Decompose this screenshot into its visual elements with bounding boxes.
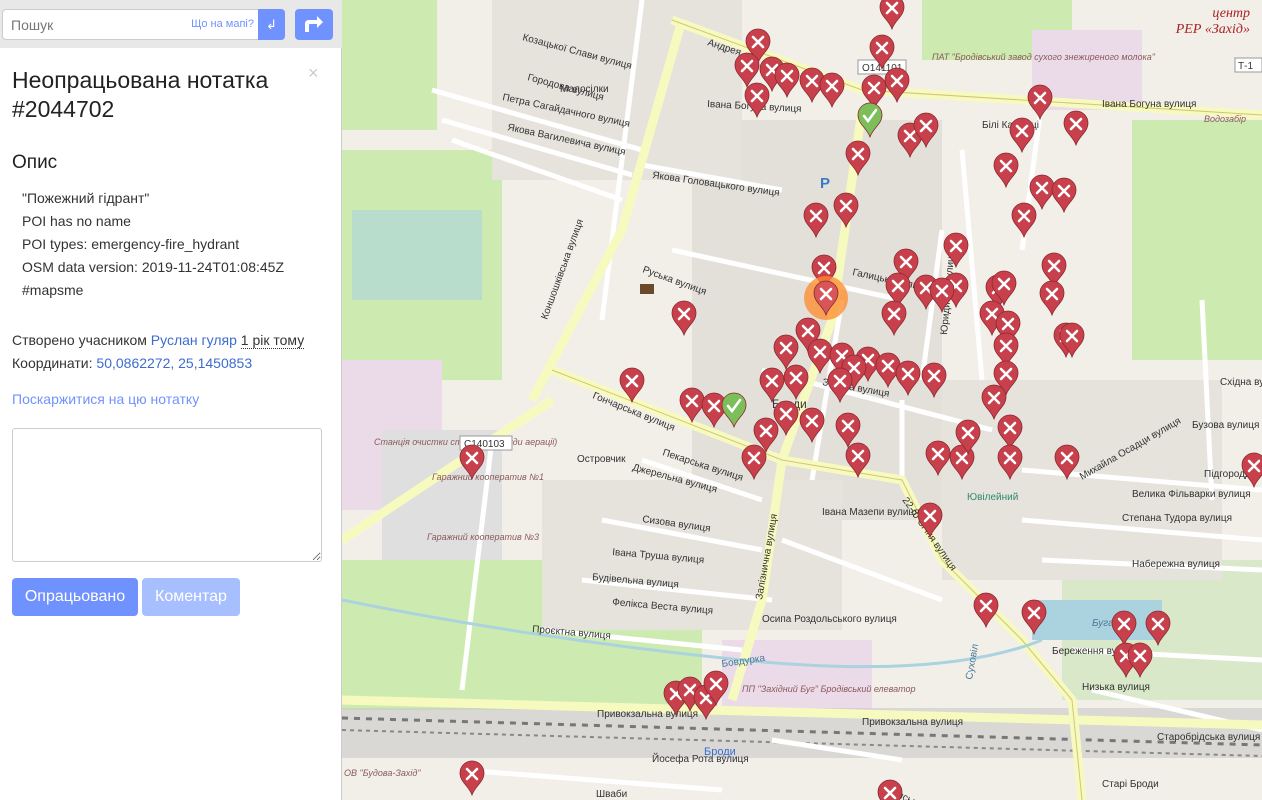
note-marker-open[interactable] <box>881 300 907 337</box>
note-marker-open[interactable] <box>799 407 825 444</box>
comment-button[interactable]: Коментар <box>142 578 240 616</box>
note-marker-open[interactable] <box>759 367 785 404</box>
note-marker-open[interactable] <box>925 440 951 477</box>
directions-button[interactable] <box>295 9 333 40</box>
note-marker-open[interactable] <box>819 72 845 109</box>
note-markers-layer <box>342 0 1262 800</box>
note-marker-open[interactable] <box>884 67 910 104</box>
note-marker-open[interactable] <box>1059 322 1085 359</box>
note-marker-open[interactable] <box>703 670 729 707</box>
note-marker-open[interactable] <box>917 502 943 539</box>
note-marker-open[interactable] <box>845 140 871 177</box>
where-is-this-link[interactable]: Що на мапі? <box>191 18 254 30</box>
note-marker-closed[interactable] <box>721 392 747 429</box>
sidebar: Що на мапі? ↲ Неопрацьована нотатка #204… <box>0 0 342 800</box>
coordinates-link[interactable]: 50,0862272, 25,1450853 <box>96 355 252 371</box>
note-marker-open[interactable] <box>774 62 800 99</box>
note-marker-open[interactable] <box>845 442 871 479</box>
note-marker-open[interactable] <box>993 152 1019 189</box>
note-marker-open[interactable] <box>1027 84 1053 121</box>
description-line: "Пожежний гідрант" <box>22 190 150 206</box>
note-marker-open[interactable] <box>943 232 969 269</box>
note-marker-open[interactable] <box>955 419 981 456</box>
note-marker-open[interactable] <box>973 592 999 629</box>
description-line: POI has no name <box>22 213 131 229</box>
note-marker-open[interactable] <box>619 367 645 404</box>
note-marker-open[interactable] <box>803 202 829 239</box>
note-marker-open[interactable] <box>879 0 905 31</box>
note-marker-open[interactable] <box>921 362 947 399</box>
author-link[interactable]: Руслан гуляр <box>151 332 237 348</box>
note-marker-open[interactable] <box>459 760 485 797</box>
note-marker-open[interactable] <box>1063 110 1089 147</box>
note-marker-open[interactable] <box>744 82 770 119</box>
brand-line: центр <box>1212 6 1250 21</box>
note-marker-open[interactable] <box>1145 610 1171 647</box>
report-note-link[interactable]: Поскаржитися на цю нотатку <box>12 391 199 407</box>
coordinates-label: Координати: <box>12 355 93 371</box>
note-marker-open[interactable] <box>1111 610 1137 647</box>
description-text: "Пожежний гідрант" POI has no name POI t… <box>22 187 284 302</box>
note-marker-open[interactable] <box>1009 117 1035 154</box>
resolve-button[interactable]: Опрацьовано <box>12 578 138 616</box>
note-marker-open[interactable] <box>1054 444 1080 481</box>
route-arrow-icon <box>305 16 323 32</box>
note-meta: Створено учасником Руслан гуляр 1 рік то… <box>12 329 305 375</box>
page-title: Неопрацьована нотатка #2044702 <box>12 67 269 122</box>
note-marker-open[interactable] <box>783 364 809 401</box>
note-marker-open[interactable] <box>813 280 839 317</box>
note-marker-open[interactable] <box>1021 599 1047 636</box>
description-heading: Опис <box>12 152 58 173</box>
note-marker-open[interactable] <box>997 444 1023 481</box>
note-marker-open[interactable] <box>913 112 939 149</box>
comment-textarea[interactable] <box>12 428 322 562</box>
search-bar: Що на мапі? ↲ <box>0 0 342 48</box>
note-marker-open[interactable] <box>833 192 859 229</box>
note-marker-open[interactable] <box>459 444 485 481</box>
brand-line: РЕР «Захід» <box>1175 22 1250 37</box>
close-icon[interactable]: × <box>308 63 319 84</box>
note-marker-open[interactable] <box>1241 452 1262 489</box>
description-line: OSM data version: 2019-11-24T01:08:45Z <box>22 259 285 275</box>
note-marker-open[interactable] <box>929 277 955 314</box>
created-by-label: Створено учасником <box>12 332 147 348</box>
note-marker-open[interactable] <box>741 444 767 481</box>
note-marker-open[interactable] <box>869 34 895 71</box>
note-marker-open[interactable] <box>877 779 903 800</box>
note-marker-open[interactable] <box>895 360 921 397</box>
note-marker-open[interactable] <box>991 270 1017 307</box>
note-marker-open[interactable] <box>671 300 697 337</box>
search-input[interactable] <box>3 10 193 39</box>
description-line: #mapsme <box>22 282 84 298</box>
note-marker-open[interactable] <box>1051 177 1077 214</box>
description-line: POI types: emergency-fire_hydrant <box>22 236 240 252</box>
note-marker-open[interactable] <box>1127 642 1153 679</box>
note-marker-open[interactable] <box>1039 280 1065 317</box>
note-age: 1 рік тому <box>240 332 305 349</box>
enter-icon: ↲ <box>266 17 277 32</box>
note-marker-open[interactable] <box>1011 202 1037 239</box>
note-marker-closed[interactable] <box>857 102 883 139</box>
brand-label: центр РЕР «Захід» <box>1176 6 1250 38</box>
note-marker-open[interactable] <box>981 384 1007 421</box>
search-box: Що на мапі? ↲ <box>2 9 285 40</box>
note-marker-open[interactable] <box>827 367 853 404</box>
map[interactable]: Івана Богуна вулиця Івана Богуна вулиця … <box>342 0 1262 800</box>
search-submit-button[interactable]: ↲ <box>258 9 285 40</box>
